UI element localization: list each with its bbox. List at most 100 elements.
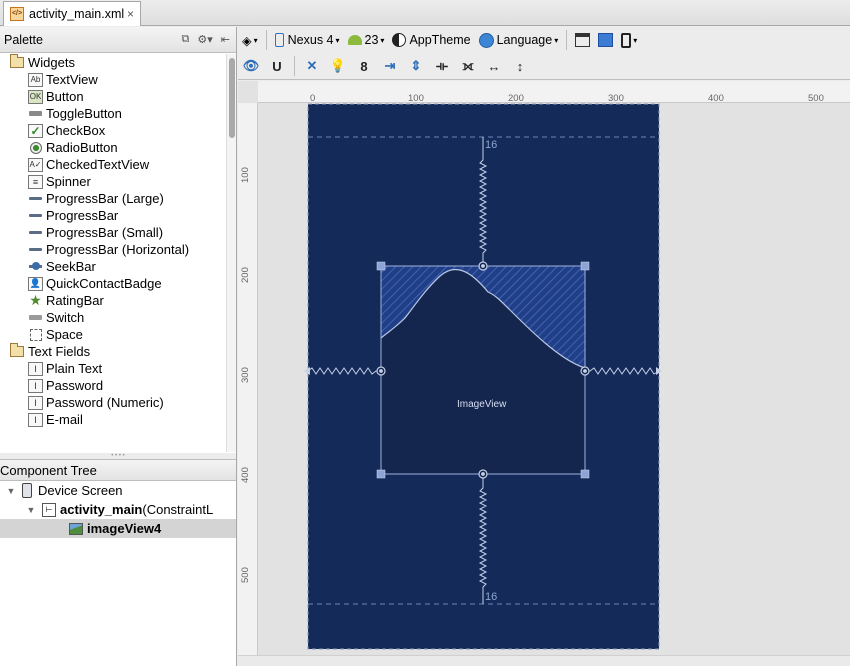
palette-item-button[interactable]: OK Button: [0, 88, 236, 105]
autoconnect-magnet-icon[interactable]: U: [264, 55, 290, 77]
canvas-horizontal-scrollbar[interactable]: [238, 655, 850, 666]
align-centers-vertical-icon[interactable]: ⟗: [455, 55, 481, 77]
theme-label: AppTheme: [409, 33, 471, 47]
palette-item-label: Space: [46, 327, 83, 342]
imageview-label: ImageView: [457, 399, 507, 410]
device-selector[interactable]: Nexus 4 ▾: [271, 29, 344, 51]
ruler-label: 0: [310, 93, 316, 104]
palette-item-label: ProgressBar: [46, 208, 119, 223]
clear-constraints-icon[interactable]: ✕: [299, 55, 325, 77]
progressbar-icon: [28, 226, 43, 240]
center-vertically-icon[interactable]: ⇕: [403, 55, 429, 77]
gear-icon[interactable]: ⚙▾: [197, 33, 212, 46]
ruler-label: 500: [240, 567, 251, 583]
palette-item-label: RatingBar: [46, 293, 104, 308]
palette-item-label: TextView: [46, 72, 98, 87]
device-label: Nexus 4: [287, 33, 334, 47]
margin-bottom-value: 16: [485, 591, 498, 603]
palette-group-text-fields[interactable]: Text Fields: [0, 343, 236, 360]
palette-item-progressbar-horizontal[interactable]: ProgressBar (Horizontal): [0, 241, 236, 258]
palette-title: Palette: [4, 32, 43, 47]
spinner-icon: ≡: [28, 174, 43, 189]
palette-item-plain-text[interactable]: I Plain Text: [0, 360, 236, 377]
show-constraints-icon[interactable]: 👁: [238, 55, 264, 77]
language-selector[interactable]: Language ▾: [475, 29, 563, 51]
component-tree-title: Component Tree: [0, 463, 97, 478]
constraint-layout-icon: ⊢: [42, 502, 56, 517]
ruler-label: 300: [608, 93, 624, 104]
palette-item-switch[interactable]: Switch: [0, 309, 236, 326]
palette-scrollbar[interactable]: [226, 54, 236, 452]
layout-design-icon: [575, 33, 591, 47]
palette-item-ratingbar[interactable]: ★ RatingBar: [0, 292, 236, 309]
default-margin-value[interactable]: 8: [351, 55, 377, 77]
hide-panel-icon[interactable]: ⇤: [221, 33, 230, 46]
xml-file-icon: </>: [10, 7, 24, 21]
device-screen[interactable]: [308, 104, 659, 649]
center-horizontally-icon[interactable]: ⇥: [377, 55, 403, 77]
collapse-icon[interactable]: ⧉: [182, 33, 190, 46]
textfield-icon: I: [28, 378, 43, 393]
star-icon: ★: [29, 292, 42, 308]
editor-tab-activity-main[interactable]: </> activity_main.xml ×: [3, 1, 141, 26]
tree-node-label: activity_main: [60, 502, 143, 517]
radiobutton-icon: [28, 141, 43, 155]
palette-item-label: CheckedTextView: [46, 157, 150, 172]
palette-item-label: SeekBar: [46, 259, 96, 274]
close-icon[interactable]: ×: [127, 7, 134, 21]
palette-item-quickcontactbadge[interactable]: 👤 QuickContactBadge: [0, 275, 236, 292]
ruler-label: 200: [508, 93, 524, 104]
palette-group-widgets[interactable]: Widgets: [0, 54, 236, 71]
infer-constraints-icon[interactable]: 💡: [325, 55, 351, 77]
textview-icon: Ab: [28, 72, 43, 87]
palette-item-progressbar-small[interactable]: ProgressBar (Small): [0, 224, 236, 241]
ruler-label: 400: [240, 467, 251, 483]
expand-arrow-icon[interactable]: ▼: [6, 486, 16, 496]
tree-node-imageview4[interactable]: imageView4: [0, 519, 236, 538]
design-mode-button[interactable]: ◈ ▾: [238, 29, 262, 51]
palette-item-spinner[interactable]: ≡ Spinner: [0, 173, 236, 190]
button-icon: OK: [28, 89, 43, 104]
device-rotate-icon: [621, 32, 632, 48]
expand-vertically-icon[interactable]: ↕: [507, 55, 533, 77]
palette-item-seekbar[interactable]: SeekBar: [0, 258, 236, 275]
layers-icon: ◈: [242, 33, 252, 48]
expand-horizontally-icon[interactable]: ↔: [481, 55, 507, 77]
ruler-label: 200: [240, 267, 251, 283]
ruler-label: 400: [708, 93, 724, 104]
palette-item-password-numeric[interactable]: I Password (Numeric): [0, 394, 236, 411]
palette-item-label: ProgressBar (Large): [46, 191, 164, 206]
folder-icon: [10, 54, 24, 68]
tree-node-activity-main[interactable]: ▼ ⊢ activity_main (ConstraintL: [0, 500, 236, 519]
palette-item-progressbar-large[interactable]: ProgressBar (Large): [0, 190, 236, 207]
left-panel: Palette ⧉ ⚙▾ ⇤ Widgets Ab TextView OK Butt…: [0, 27, 237, 666]
design-view-button[interactable]: [571, 29, 594, 51]
palette-item-label: Password: [46, 378, 104, 393]
palette-item-label: ProgressBar (Horizontal): [46, 242, 190, 257]
scrollbar-thumb[interactable]: [229, 58, 235, 138]
palette-item-label: ToggleButton: [46, 106, 122, 121]
theme-selector[interactable]: AppTheme: [388, 29, 474, 51]
expand-arrow-icon[interactable]: ▼: [26, 505, 36, 515]
palette-item-textview[interactable]: Ab TextView: [0, 71, 236, 88]
ruler-label: 300: [240, 367, 251, 383]
palette-item-label: ProgressBar (Small): [46, 225, 164, 240]
palette-item-togglebutton[interactable]: ToggleButton: [0, 105, 236, 122]
palette-item-space[interactable]: Space: [0, 326, 236, 343]
palette-item-label: RadioButton: [46, 140, 118, 155]
component-tree-header: Component Tree: [0, 459, 236, 481]
palette-item-checkbox[interactable]: ✓ CheckBox: [0, 122, 236, 139]
api-level-selector[interactable]: 23 ▾: [344, 29, 389, 51]
blueprint-icon: [598, 33, 614, 47]
blueprint-view-button[interactable]: [594, 29, 617, 51]
orientation-button[interactable]: ▾: [617, 29, 641, 51]
palette-item-email[interactable]: I E-mail: [0, 411, 236, 428]
palette-item-radiobutton[interactable]: RadioButton: [0, 139, 236, 156]
checkbox-icon: ✓: [28, 123, 43, 138]
align-centers-horizontal-icon[interactable]: ⟛: [429, 55, 455, 77]
palette-item-password[interactable]: I Password: [0, 377, 236, 394]
palette-item-progressbar[interactable]: ProgressBar: [0, 207, 236, 224]
togglebutton-icon: [28, 107, 43, 121]
palette-item-checkedtextview[interactable]: A✓ CheckedTextView: [0, 156, 236, 173]
tree-node-device-screen[interactable]: ▼ Device Screen: [0, 481, 236, 500]
